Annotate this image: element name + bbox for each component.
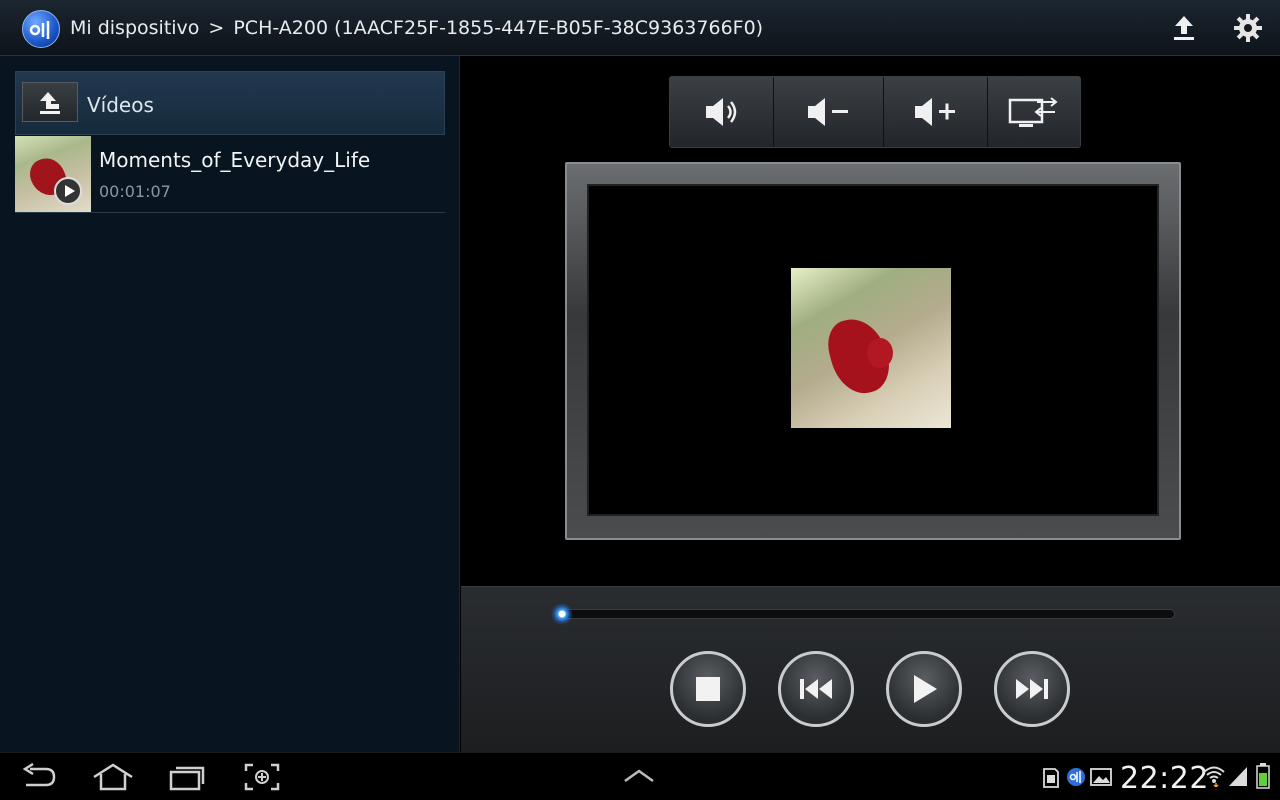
home-icon[interactable] <box>92 763 134 795</box>
breadcrumb: Mi dispositivo > PCH-A200 (1AACF25F-1855-4… <box>70 17 763 39</box>
title-bar: Mi dispositivo > PCH-A200 (1AACF25F-1855-4… <box>0 0 1280 56</box>
clock: 22:22 <box>1120 761 1209 796</box>
volume-button[interactable] <box>670 77 774 147</box>
battery-icon <box>1256 763 1270 793</box>
previous-button[interactable] <box>778 651 854 727</box>
video-thumbnail <box>15 136 91 212</box>
previous-icon <box>800 679 832 699</box>
wifi-icon <box>1202 763 1226 791</box>
stop-icon <box>696 677 720 701</box>
tv-frame <box>565 162 1181 540</box>
file-browser-panel: Vídeos Moments_of_Everyday_Life 00:01:07 <box>0 56 460 752</box>
next-button[interactable] <box>994 651 1070 727</box>
allshare-icon <box>1066 767 1086 791</box>
allshare-app-icon[interactable] <box>22 10 60 48</box>
playback-controls <box>461 586 1280 752</box>
list-item[interactable]: Moments_of_Everyday_Life 00:01:07 <box>15 136 445 213</box>
folder-up-icon <box>40 92 60 114</box>
volume-up-icon <box>914 98 955 126</box>
upload-icon[interactable] <box>1168 12 1200 44</box>
screen: Mi dispositivo > PCH-A200 (1AACF25F-1855-4… <box>0 0 1280 800</box>
volume-toolbar <box>669 76 1081 148</box>
system-navigation-bar: 22:22 <box>0 752 1280 800</box>
volume-down-icon <box>807 98 848 126</box>
tv-screen <box>587 184 1159 516</box>
breadcrumb-root[interactable]: Mi dispositivo <box>70 17 199 39</box>
play-button[interactable] <box>886 651 962 727</box>
seek-handle[interactable] <box>551 603 573 625</box>
play-badge-icon <box>54 177 82 205</box>
breadcrumb-separator: > <box>208 17 225 39</box>
folder-title: Vídeos <box>87 93 154 117</box>
folder-up-button[interactable] <box>22 82 78 122</box>
volume-down-button[interactable] <box>774 77 884 147</box>
renderer-panel <box>461 56 1280 586</box>
file-name: Moments_of_Everyday_Life <box>99 148 371 172</box>
expand-icon[interactable] <box>622 763 656 791</box>
screenshot-icon[interactable] <box>244 763 280 795</box>
stop-button[interactable] <box>670 651 746 727</box>
switch-device-icon <box>1008 97 1058 127</box>
settings-gear-icon[interactable] <box>1232 12 1264 44</box>
volume-icon <box>705 98 736 126</box>
play-icon <box>914 675 937 703</box>
now-playing-thumbnail <box>791 268 951 428</box>
back-icon[interactable] <box>20 762 58 795</box>
volume-up-button[interactable] <box>884 77 988 147</box>
seek-bar[interactable] <box>551 603 1175 625</box>
file-duration: 00:01:07 <box>99 182 171 201</box>
next-icon <box>1016 679 1048 699</box>
folder-header: Vídeos <box>15 71 445 135</box>
gallery-icon <box>1090 767 1112 791</box>
switch-device-button[interactable] <box>988 77 1080 147</box>
recent-apps-icon[interactable] <box>168 763 206 795</box>
signal-icon <box>1228 765 1248 791</box>
breadcrumb-device[interactable]: PCH-A200 (1AACF25F-1855-447E-B05F-38C936… <box>233 17 763 39</box>
sd-card-icon <box>1042 767 1060 793</box>
